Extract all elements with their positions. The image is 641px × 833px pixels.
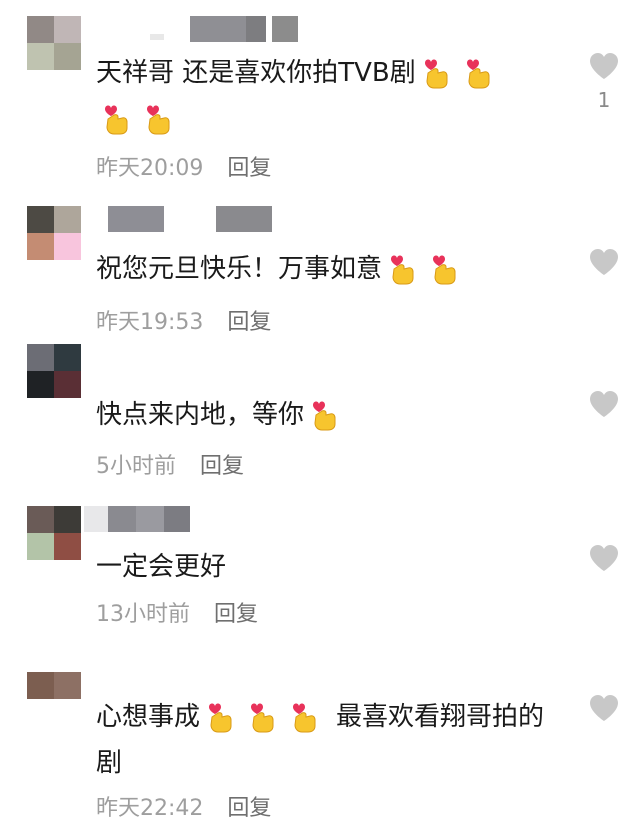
heart-icon (590, 391, 618, 417)
avatar-cell (27, 16, 54, 43)
like-button[interactable] (589, 544, 619, 572)
comment-item: 天祥哥 还是喜欢你拍TVB剧 昨天20:09 回复 1 (0, 16, 641, 186)
timestamp: 昨天20:09 (96, 156, 204, 181)
avatar[interactable] (27, 206, 81, 260)
avatar-cell (27, 344, 54, 371)
like-button[interactable] (589, 694, 619, 722)
reply-button[interactable]: 回复 (227, 310, 271, 335)
comment-item: 心想事成 最喜欢看翔哥拍的剧 昨天22:42 回复 (0, 672, 641, 832)
comment-text: 快点来内地，等你 (96, 392, 566, 438)
avatar[interactable] (27, 506, 81, 560)
like-button[interactable] (589, 52, 619, 80)
comment-text: 祝您元旦快乐！万事如意 (96, 246, 566, 292)
username-redacted[interactable] (150, 16, 300, 42)
like-button[interactable] (589, 390, 619, 418)
avatar-cell (54, 371, 81, 398)
username-redacted[interactable] (108, 206, 278, 232)
comment-text: 天祥哥 还是喜欢你拍TVB剧 (96, 50, 566, 142)
avatar-cell (54, 43, 81, 70)
reply-button[interactable]: 回复 (214, 602, 258, 627)
comment-text: 心想事成 最喜欢看翔哥拍的剧 (96, 694, 566, 786)
finger-heart-emoji-icon (288, 697, 322, 733)
avatar-cell (54, 672, 81, 699)
finger-heart-emoji-icon (386, 249, 420, 285)
avatar-cell (27, 233, 54, 260)
avatar[interactable] (27, 344, 81, 398)
reply-button[interactable]: 回复 (227, 156, 271, 181)
timestamp: 5小时前 (96, 454, 176, 479)
finger-heart-emoji-icon (420, 53, 454, 89)
comment-item: 祝您元旦快乐！万事如意 昨天19:53 回复 (0, 206, 641, 336)
finger-heart-emoji-icon (142, 99, 176, 135)
like-button[interactable] (589, 248, 619, 276)
redaction-block (246, 16, 266, 42)
comment-meta: 昨天20:09 回复 (96, 150, 271, 182)
avatar-cell (27, 672, 54, 699)
heart-icon (590, 545, 618, 571)
timestamp: 昨天22:42 (96, 796, 204, 821)
avatar-cell (54, 16, 81, 43)
avatar-cell (27, 533, 54, 560)
like-count: 1 (597, 88, 611, 112)
avatar-cell (54, 506, 81, 533)
avatar[interactable] (27, 16, 81, 70)
comment-body: 天祥哥 还是喜欢你拍TVB剧 (96, 58, 416, 88)
comment-meta: 昨天19:53 回复 (96, 304, 271, 336)
comment-meta: 昨天22:42 回复 (96, 790, 271, 822)
comment-meta: 13小时前 回复 (96, 596, 258, 628)
redaction-block (136, 506, 164, 532)
comment-body: 快点来内地，等你 (96, 400, 305, 430)
avatar-cell (27, 371, 54, 398)
comment-body: 祝您元旦快乐！万事如意 (96, 254, 383, 284)
heart-icon (590, 695, 618, 721)
avatar-cell (27, 43, 54, 70)
avatar[interactable] (27, 672, 81, 699)
comment-item: 一定会更好 13小时前 回复 (0, 506, 641, 636)
comment-item: 快点来内地，等你 5小时前 回复 (0, 344, 641, 484)
avatar-cell (27, 506, 54, 533)
finger-heart-emoji-icon (462, 53, 496, 89)
redaction-block (108, 206, 164, 232)
redaction-block (84, 506, 108, 532)
redaction-block (216, 206, 272, 232)
finger-heart-emoji-icon (100, 99, 134, 135)
redaction-block (108, 506, 136, 532)
username-redacted[interactable] (84, 506, 194, 532)
finger-heart-emoji-icon (204, 697, 238, 733)
redaction-block (272, 16, 298, 42)
timestamp: 昨天19:53 (96, 310, 204, 335)
finger-heart-emoji-icon (308, 395, 342, 431)
avatar-cell (54, 344, 81, 371)
avatar-cell (54, 233, 81, 260)
comment-text: 一定会更好 (96, 544, 566, 590)
finger-heart-emoji-icon (246, 697, 280, 733)
timestamp: 13小时前 (96, 602, 190, 627)
finger-heart-emoji-icon (428, 249, 462, 285)
redaction-block (190, 16, 246, 42)
redaction-block (150, 34, 164, 40)
reply-button[interactable]: 回复 (227, 796, 271, 821)
avatar-cell (27, 206, 54, 233)
comment-body: 心想事成 (96, 702, 201, 732)
heart-icon (590, 53, 618, 79)
avatar-cell (54, 533, 81, 560)
comment-body: 一定会更好 (96, 552, 227, 582)
avatar-cell (54, 206, 81, 233)
comment-meta: 5小时前 回复 (96, 448, 244, 480)
reply-button[interactable]: 回复 (200, 454, 244, 479)
redaction-block (164, 506, 190, 532)
heart-icon (590, 249, 618, 275)
